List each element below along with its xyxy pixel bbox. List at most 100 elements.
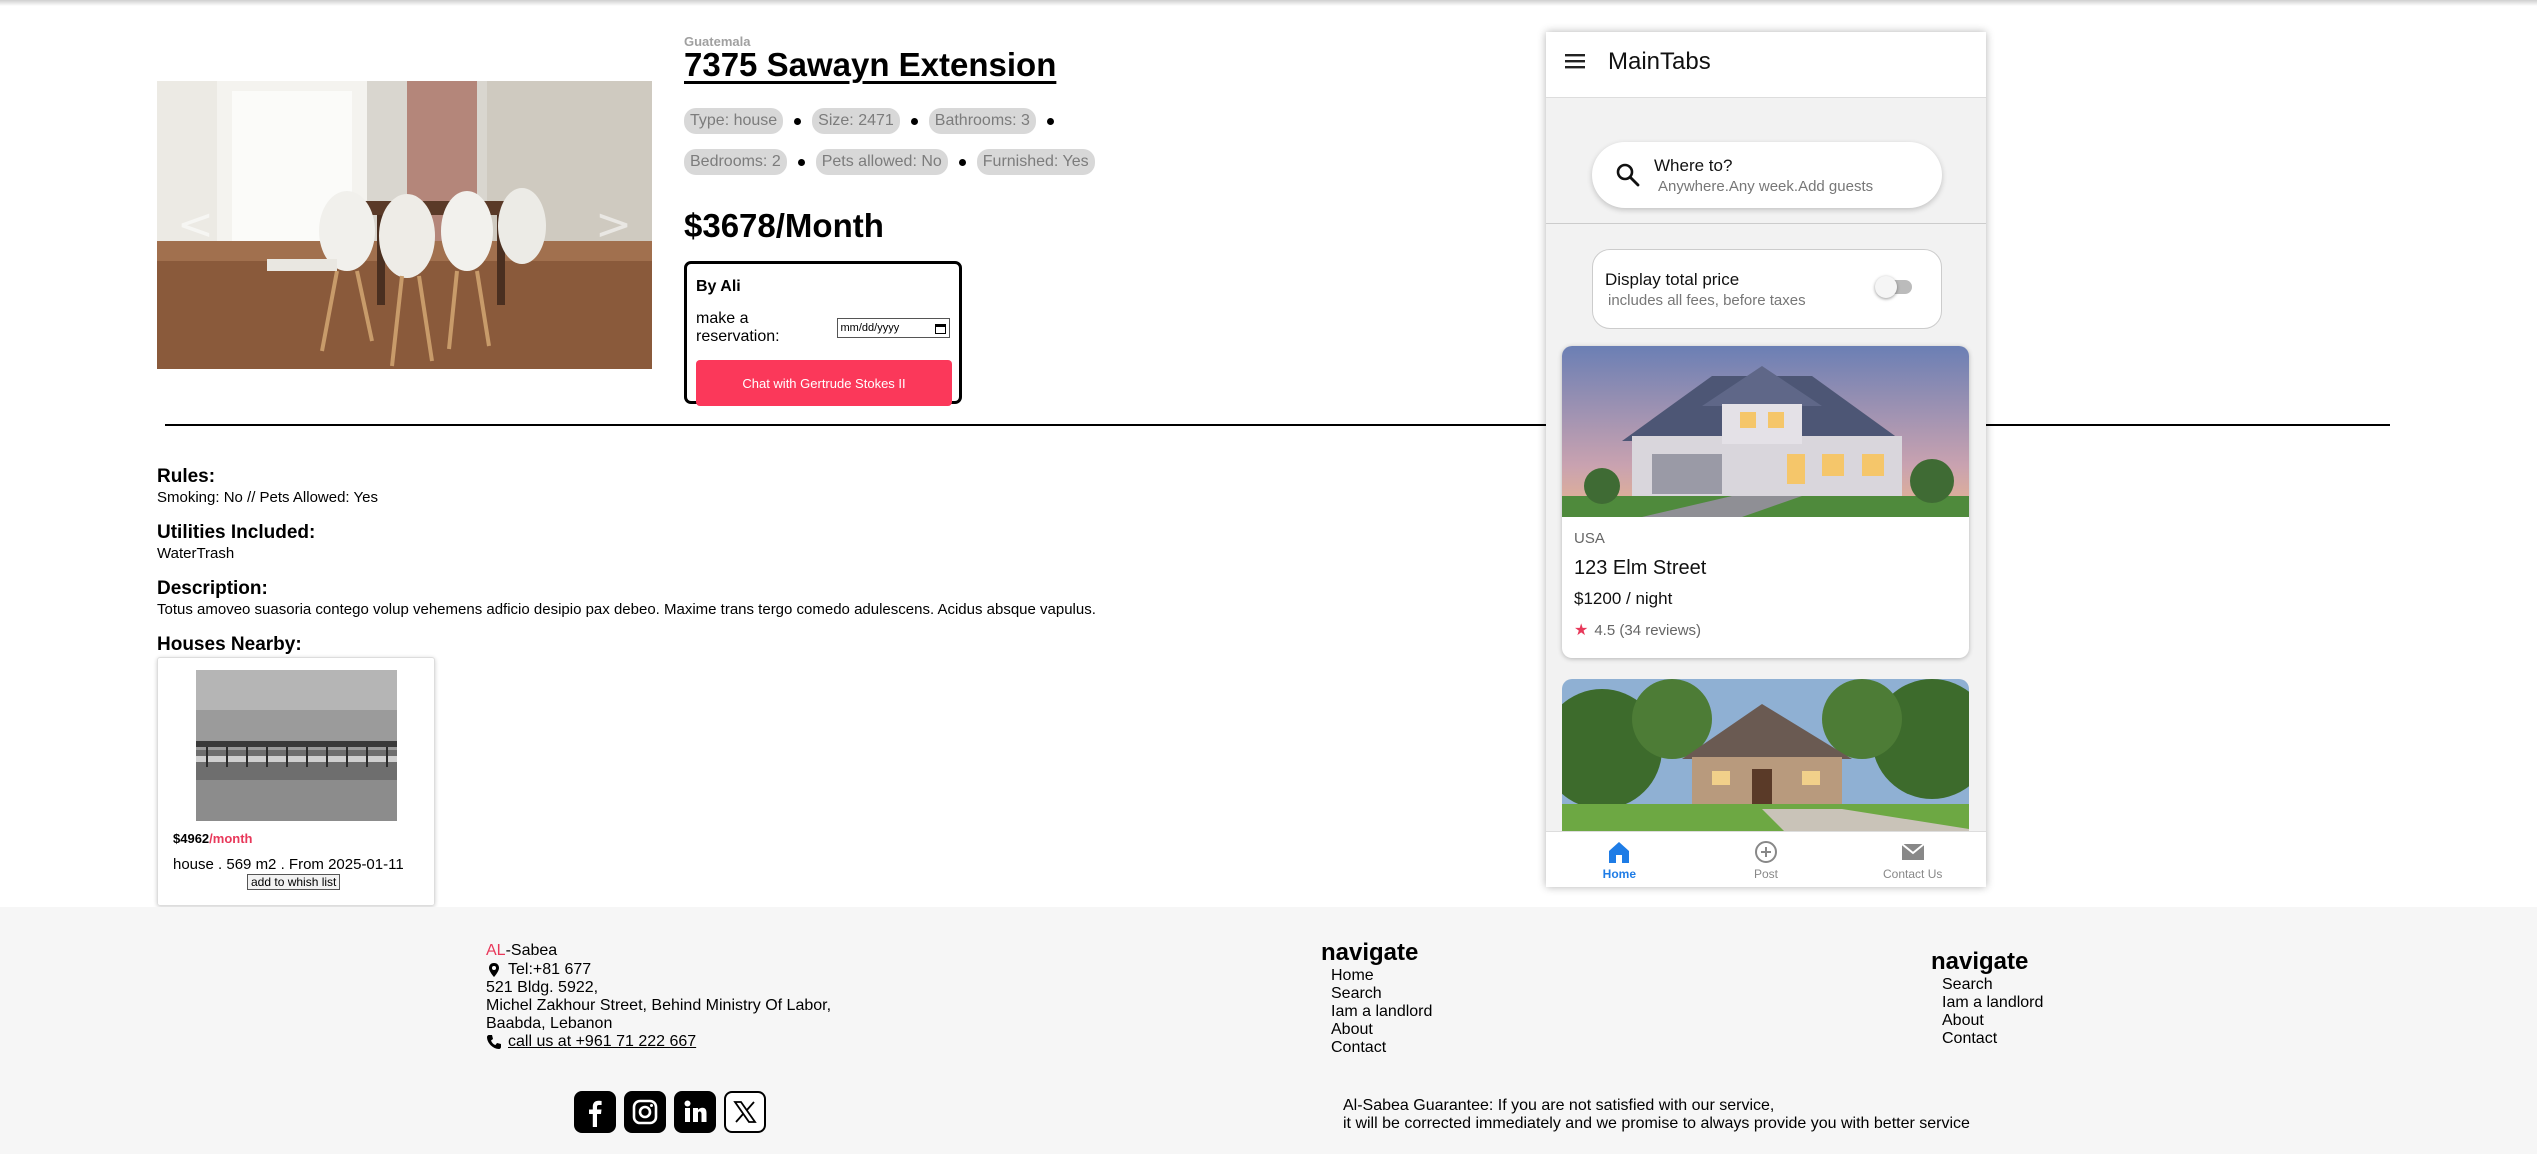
footer-tel-text: Tel:+81 677	[508, 961, 592, 978]
guarantee-line-2: it will be corrected immediately and we …	[1343, 1115, 1970, 1132]
total-price-title: Display total price	[1605, 270, 1740, 289]
search-subtitle: Anywhere.Any week.Add guests	[1658, 178, 1874, 195]
top-shadow	[0, 0, 2537, 6]
tag-size: Size: 2471	[812, 108, 900, 134]
total-price-subtitle: includes all fees, before taxes	[1608, 292, 1806, 309]
add-to-wishlist-button[interactable]: add to whish list	[247, 874, 341, 890]
separator-dot	[910, 117, 918, 125]
separator-dot	[794, 117, 802, 125]
carousel-next-arrow[interactable]: >	[595, 199, 632, 250]
tab-post[interactable]: Post	[1693, 832, 1840, 887]
location-pin-icon	[489, 963, 499, 977]
x-icon[interactable]	[724, 1091, 766, 1133]
carousel-prev-arrow[interactable]: <	[177, 199, 214, 250]
tag-bedrooms: Bedrooms: 2	[684, 149, 787, 175]
property-card[interactable]: USA 123 Elm Street $1200 / night ★ 4.5 (…	[1562, 346, 1969, 658]
app-header: MainTabs	[1546, 32, 1986, 98]
star-icon: ★	[1574, 622, 1589, 639]
footer-nav-2: Search Iam a landlord About Contact	[1942, 976, 2043, 1048]
tag-pets: Pets allowed: No	[815, 149, 948, 175]
property-card-price: $1200 / night	[1574, 589, 1673, 608]
call-us-link[interactable]: call us at +961 71 222 667	[508, 1033, 696, 1051]
footer-nav2-contact[interactable]: Contact	[1942, 1030, 2043, 1048]
total-price-switch-knob[interactable]	[1875, 276, 1897, 298]
footer-nav-1-title: navigate	[1321, 939, 1419, 966]
rules-heading: Rules:	[157, 466, 216, 487]
search-bar[interactable]: Where to? Anywhere.Any week.Add guests	[1592, 142, 1942, 208]
listing-tags-row-1: Type: house Size: 2471 Bathrooms: 3	[684, 108, 1065, 134]
instagram-icon[interactable]	[624, 1091, 666, 1133]
calendar-icon[interactable]	[935, 323, 946, 334]
nearby-price: $4962/month	[173, 831, 252, 846]
search-title: Where to?	[1654, 156, 1733, 175]
tag-bathrooms: Bathrooms: 3	[928, 108, 1036, 134]
property-card-country: USA	[1574, 530, 1605, 547]
separator-dot	[1046, 117, 1054, 125]
footer-call: call us at +961 71 222 667	[486, 1033, 696, 1051]
footer-tel: Tel:+81 677	[486, 961, 591, 979]
nearby-house-photo	[196, 670, 397, 821]
footer-nav-landlord[interactable]: Iam a landlord	[1331, 1003, 1432, 1021]
facebook-icon[interactable]	[574, 1091, 616, 1133]
landlord-name: By Ali	[696, 278, 741, 295]
chat-with-landlord-button[interactable]: Chat with Gertrude Stokes II	[696, 360, 952, 406]
nearby-price-value: $4962	[173, 831, 210, 846]
brand-sabea: -Sabea	[505, 942, 558, 959]
footer-nav2-about[interactable]: About	[1942, 1012, 2043, 1030]
tab-post-label: Post	[1754, 867, 1779, 881]
reservation-label: make a reservation:	[696, 310, 780, 345]
property-card-rating-text: 4.5 (34 reviews)	[1594, 621, 1702, 639]
app-separator	[1546, 223, 1986, 224]
nearby-price-unit: /month	[209, 831, 253, 846]
tab-contact-us-label: Contact Us	[1883, 867, 1943, 881]
search-icon	[1616, 163, 1640, 187]
footer-nav-home[interactable]: Home	[1331, 967, 1432, 985]
property-card-title: 123 Elm Street	[1574, 557, 1707, 579]
utilities-heading: Utilities Included:	[157, 522, 316, 543]
footer-nav-contact[interactable]: Contact	[1331, 1039, 1432, 1057]
footer: AL-Sabea Tel:+81 677 521 Bldg. 5922, Mic…	[0, 907, 2537, 1154]
footer-nav-2-title: navigate	[1931, 948, 2029, 975]
phone-icon	[487, 1035, 501, 1049]
rules-text: Smoking: No // Pets Allowed: Yes	[157, 489, 378, 506]
footer-nav-about[interactable]: About	[1331, 1021, 1432, 1039]
nearby-house-info: house . 569 m2 . From 2025-01-11	[173, 856, 404, 873]
property-card-2-photo	[1562, 679, 1969, 839]
footer-nav2-landlord[interactable]: Iam a landlord	[1942, 994, 2043, 1012]
hamburger-menu-icon[interactable]	[1564, 50, 1586, 72]
home-icon	[1609, 842, 1630, 863]
section-divider	[165, 424, 2390, 426]
tag-type: Type: house	[684, 108, 784, 134]
guarantee-line-1: Al-Sabea Guarantee: If you are not satis…	[1343, 1097, 1775, 1114]
houses-nearby-heading: Houses Nearby:	[157, 634, 302, 655]
listing-price: $3678/Month	[684, 207, 884, 244]
mobile-app-preview: MainTabs Where to? Anywhere.Any week.Add…	[1546, 32, 1986, 887]
tag-furnished: Furnished: Yes	[976, 149, 1095, 175]
listing-title: 7375 Sawayn Extension	[684, 46, 1057, 83]
guarantee-text: Al-Sabea Guarantee: If you are not satis…	[1343, 1097, 1970, 1133]
tab-home[interactable]: Home	[1546, 832, 1693, 887]
property-card-photo	[1562, 346, 1969, 517]
reservation-date-input[interactable]: mm/dd/yyyy	[836, 318, 950, 338]
property-card-rating: ★ 4.5 (34 reviews)	[1574, 620, 1701, 640]
linkedin-icon[interactable]	[674, 1091, 716, 1133]
app-header-title: MainTabs	[1608, 48, 1711, 75]
footer-brand: AL-Sabea	[486, 942, 557, 960]
date-placeholder: mm/dd/yyyy	[840, 322, 900, 334]
utilities-text: WaterTrash	[157, 545, 235, 562]
listing-tags-row-2: Bedrooms: 2 Pets allowed: No Furnished: …	[684, 149, 1095, 175]
reservation-box: By Ali make a reservation: mm/dd/yyyy Ch…	[684, 261, 962, 406]
separator-dot	[797, 158, 805, 166]
property-card-2[interactable]	[1562, 679, 1969, 839]
footer-nav-search[interactable]: Search	[1331, 985, 1432, 1003]
tab-contact-us[interactable]: Contact Us	[1839, 832, 1986, 887]
footer-address-2: Michel Zakhour Street, Behind Ministry O…	[486, 997, 832, 1014]
listing-image-carousel[interactable]: < >	[157, 81, 652, 369]
footer-address-1: 521 Bldg. 5922,	[486, 979, 599, 996]
separator-dot	[958, 158, 966, 166]
nearby-house-card[interactable]: $4962/month house . 569 m2 . From 2025-0…	[157, 657, 435, 906]
total-price-toggle-box: Display total price includes all fees, b…	[1592, 249, 1942, 329]
add-circle-icon	[1755, 841, 1777, 863]
description-heading: Description:	[157, 578, 268, 599]
footer-nav2-search[interactable]: Search	[1942, 976, 2043, 994]
